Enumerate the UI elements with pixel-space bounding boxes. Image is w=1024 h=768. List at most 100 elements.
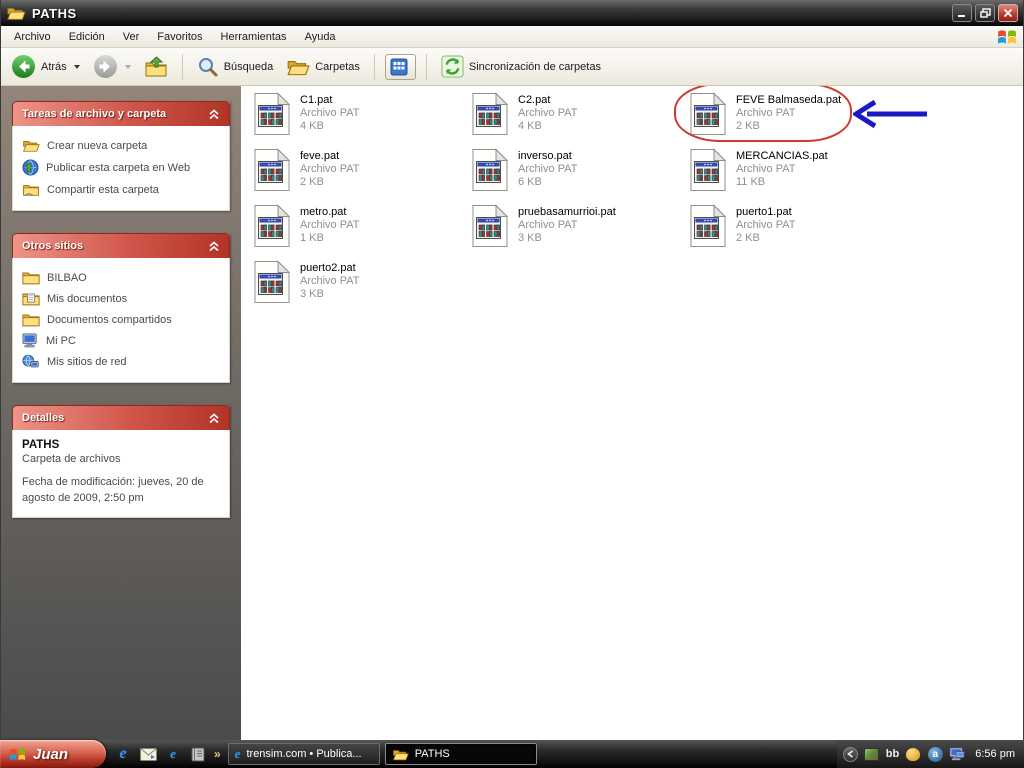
pat-file-icon (253, 260, 291, 304)
tray-collapse-chevron-icon[interactable] (842, 746, 858, 762)
folders-label: Carpetas (315, 60, 360, 73)
folders-icon (286, 58, 310, 76)
file-tile[interactable]: C2.pat Archivo PAT 4 KB (471, 92, 679, 142)
my-computer-icon (22, 333, 39, 348)
menu-ayuda[interactable]: Ayuda (296, 28, 345, 46)
search-icon (198, 57, 218, 76)
forward-icon (93, 55, 117, 78)
taskbar-button-paths[interactable]: PATHS (384, 743, 537, 765)
details-folder-name: PATHS (22, 439, 60, 451)
start-label: Juan (33, 745, 69, 763)
menu-edicion[interactable]: Edición (60, 28, 114, 46)
place-bilbao[interactable]: BILBAO (22, 267, 220, 288)
places-panel: Otros sitios BILBAO Mis documentos Docum… (12, 233, 230, 383)
network-places-icon (22, 354, 39, 368)
title-bar[interactable]: PATHS (1, 0, 1023, 26)
internet-explorer-icon: e (234, 746, 241, 761)
outlook-express-icon[interactable] (139, 745, 157, 763)
toolbar-separator (373, 53, 375, 80)
folders-button[interactable]: Carpetas (282, 56, 364, 78)
file-tile[interactable]: C1.pat Archivo PAT 4 KB (253, 92, 461, 142)
file-tile[interactable]: puerto1.pat Archivo PAT 2 KB (689, 204, 897, 254)
explorer-window: PATHS Archivo Edición Ver Favoritos Herr… (0, 0, 1024, 740)
details-folder-type: Carpeta de archivos (22, 453, 121, 465)
start-windows-flag-icon (9, 746, 26, 763)
tray-bb-label[interactable]: bb (886, 748, 899, 760)
file-tile[interactable]: pruebasamurrioi.pat Archivo PAT 3 KB (471, 204, 679, 254)
views-button[interactable] (384, 53, 416, 80)
file-tile[interactable]: feve.pat Archivo PAT 2 KB (253, 148, 461, 198)
sync-icon (441, 55, 464, 78)
place-documentos-compartidos[interactable]: Documentos compartidos (22, 309, 220, 330)
internet-document-icon[interactable]: e (164, 745, 182, 763)
quick-launch: e e » (106, 745, 228, 763)
taskbar-clock: 6:56 pm (975, 748, 1015, 760)
place-mis-documentos[interactable]: Mis documentos (22, 288, 220, 309)
close-icon (1003, 8, 1013, 18)
file-tile[interactable]: MERCANCIAS.pat Archivo PAT 11 KB (689, 148, 897, 198)
views-icon (390, 58, 408, 75)
toolbar: Atrás Búsqueda Carpetas Sincronización d… (1, 48, 1023, 86)
task-publish-web[interactable]: Publicar esta carpeta en Web (22, 156, 220, 179)
menu-archivo[interactable]: Archivo (5, 28, 60, 46)
tray-messenger-icon[interactable] (905, 746, 921, 762)
taskbar-button-trensim[interactable]: e trensim.com • Publica... (227, 743, 380, 765)
restore-button[interactable] (975, 4, 995, 22)
minimize-button[interactable] (952, 4, 972, 22)
file-tile-highlighted[interactable]: FEVE Balmaseda.pat Archivo PAT 2 KB (689, 92, 897, 142)
places-panel-title: Otros sitios (22, 240, 84, 252)
back-label: Atrás (41, 60, 67, 73)
pat-file-icon (689, 148, 727, 192)
pat-file-icon (253, 148, 291, 192)
folder-sync-button[interactable]: Sincronización de carpetas (437, 53, 605, 80)
place-mi-pc[interactable]: Mi PC (22, 330, 220, 351)
file-tile[interactable]: puerto2.pat Archivo PAT 3 KB (253, 260, 461, 310)
publish-web-icon (22, 159, 39, 176)
task-new-folder[interactable]: Crear nueva carpeta (22, 135, 220, 156)
menu-favoritos[interactable]: Favoritos (148, 28, 211, 46)
tray-antivirus-icon[interactable]: a (927, 746, 943, 762)
tray-network-icon[interactable] (949, 746, 965, 762)
window-folder-icon (6, 5, 26, 21)
up-button[interactable] (140, 54, 172, 80)
toolbar-separator (425, 53, 427, 80)
tasks-panel-header[interactable]: Tareas de archivo y carpeta (12, 101, 230, 126)
sidebar: Tareas de archivo y carpeta Crear nueva … (1, 86, 241, 740)
pat-file-icon (471, 92, 509, 136)
places-panel-header[interactable]: Otros sitios (12, 233, 230, 258)
tasks-panel-title: Tareas de archivo y carpeta (22, 108, 167, 120)
taskbar-button-label: PATHS (414, 748, 450, 760)
menu-ver[interactable]: Ver (114, 28, 149, 46)
desktop-screen: PATHS Archivo Edición Ver Favoritos Herr… (0, 0, 1024, 768)
place-mis-sitios-red[interactable]: Mis sitios de red (22, 351, 220, 372)
notebook-icon[interactable] (189, 745, 207, 763)
start-button[interactable]: Juan (0, 740, 106, 768)
search-button[interactable]: Búsqueda (193, 54, 278, 80)
folder-icon (392, 748, 409, 761)
pat-file-icon (689, 92, 727, 136)
details-panel-header[interactable]: Detalles (12, 405, 230, 430)
quick-launch-more-chevron[interactable]: » (214, 747, 221, 761)
taskbar: Juan e e » e trensim.com • Publica... PA… (0, 740, 1024, 768)
chevron-up-icon (209, 108, 219, 119)
back-button[interactable]: Atrás (7, 52, 84, 81)
file-tile[interactable]: metro.pat Archivo PAT 1 KB (253, 204, 461, 254)
file-list-area[interactable]: C1.pat Archivo PAT 4 KB C2.pat Archivo PAT 4… (241, 86, 1023, 740)
internet-explorer-icon[interactable]: e (114, 745, 132, 763)
forward-button[interactable] (89, 52, 135, 81)
pat-file-icon (689, 204, 727, 248)
toolbar-separator (181, 53, 183, 80)
details-panel-title: Detalles (22, 412, 65, 424)
close-button[interactable] (998, 4, 1018, 22)
menu-herramientas[interactable]: Herramientas (212, 28, 296, 46)
pat-file-icon (471, 148, 509, 192)
file-tile[interactable]: inverso.pat Archivo PAT 6 KB (471, 148, 679, 198)
task-share-folder[interactable]: Compartir esta carpeta (22, 179, 220, 200)
minimize-icon (958, 15, 965, 17)
tray-picture-icon[interactable] (864, 746, 880, 762)
back-icon (12, 55, 35, 78)
window-title: PATHS (32, 5, 77, 21)
folder-icon (22, 270, 40, 285)
back-caret-icon (73, 64, 80, 69)
details-modified-date: Fecha de modificación: jueves, 20 de ago… (22, 476, 204, 504)
